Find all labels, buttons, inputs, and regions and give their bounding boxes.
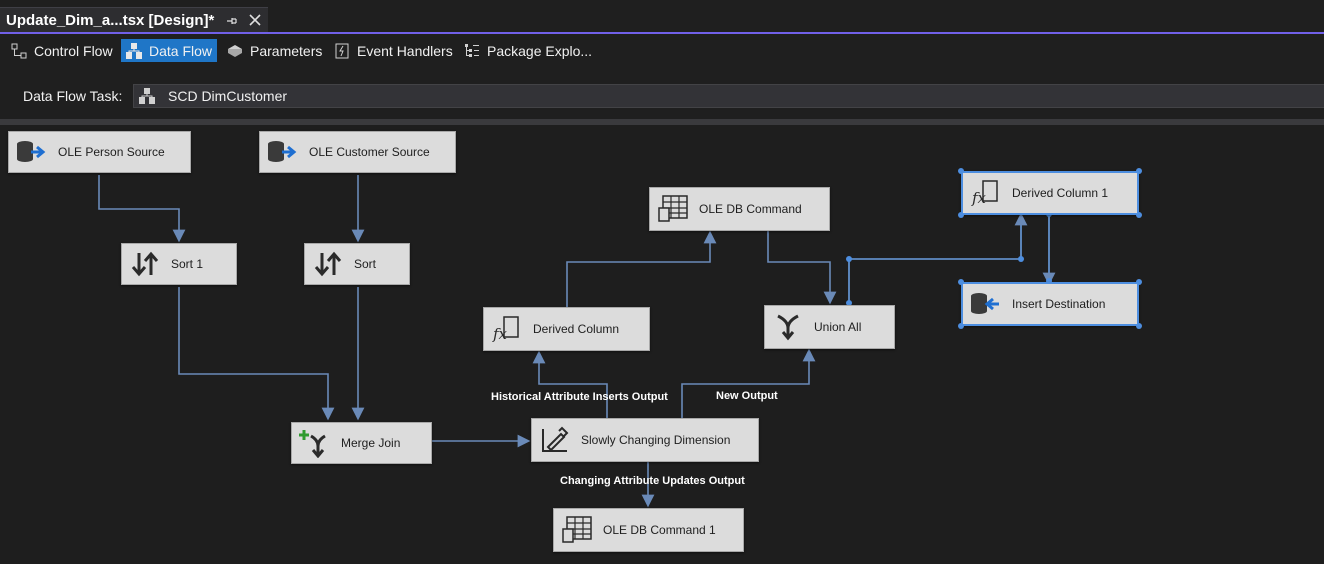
- svg-text:fx: fx: [492, 325, 508, 343]
- tab-label: Data Flow: [149, 42, 213, 59]
- data-flow-task-label: Data Flow Task:: [23, 88, 123, 104]
- selection-handle[interactable]: [958, 212, 964, 218]
- component-label: Insert Destination: [1012, 297, 1106, 311]
- component-label: Merge Join: [341, 436, 401, 450]
- component-label: OLE DB Command: [699, 202, 802, 216]
- ole-source-icon: [14, 137, 50, 167]
- package-explorer-icon: [465, 43, 479, 57]
- document-tab[interactable]: Update_Dim_a...tsx [Design]*: [0, 7, 268, 33]
- ole-source-icon: [265, 137, 301, 167]
- component-ole-db-command-1[interactable]: OLE DB Command 1: [553, 508, 744, 552]
- document-tab-title: Update_Dim_a...tsx [Design]*: [6, 12, 215, 29]
- component-derived-column[interactable]: fx Derived Column: [483, 307, 650, 351]
- component-ole-db-command[interactable]: OLE DB Command: [649, 187, 830, 231]
- union-all-icon: [770, 312, 806, 342]
- data-flow-icon: [126, 42, 142, 59]
- selection-handle[interactable]: [1136, 279, 1142, 285]
- component-derived-column-1[interactable]: fx Derived Column 1: [961, 171, 1139, 215]
- component-label: Derived Column 1: [1012, 186, 1109, 200]
- tab-label: Control Flow: [34, 42, 113, 59]
- tab-label: Parameters: [250, 42, 323, 59]
- data-flow-task-icon: [139, 88, 155, 104]
- component-insert-destination[interactable]: Insert Destination: [961, 282, 1139, 326]
- tab-label: Package Explo...: [487, 42, 593, 59]
- component-label: Derived Column: [533, 322, 620, 336]
- component-label: OLE Customer Source: [309, 145, 430, 159]
- derived-column-icon: fx: [968, 178, 1004, 208]
- tab-control-flow[interactable]: Control Flow: [6, 39, 118, 62]
- component-label: Slowly Changing Dimension: [581, 433, 731, 447]
- pin-icon[interactable]: [224, 14, 238, 28]
- scd-icon: [537, 425, 573, 455]
- output-label-changing: Changing Attribute Updates Output: [560, 475, 745, 487]
- output-label-new: New Output: [716, 390, 778, 402]
- component-merge-join[interactable]: Merge Join: [291, 422, 432, 464]
- parameters-icon: [228, 44, 242, 57]
- document-tab-strip: Update_Dim_a...tsx [Design]*: [0, 0, 1324, 34]
- selection-handle[interactable]: [958, 323, 964, 329]
- event-handlers-icon: [335, 43, 349, 58]
- selection-handle[interactable]: [1136, 212, 1142, 218]
- derived-column-icon: fx: [489, 314, 525, 344]
- ole-destination-icon: [968, 289, 1004, 319]
- component-union-all[interactable]: Union All: [764, 305, 895, 349]
- component-ole-customer-source[interactable]: OLE Customer Source: [259, 131, 456, 173]
- merge-join-icon: [297, 428, 333, 458]
- data-flow-task-value: SCD DimCustomer: [168, 88, 288, 104]
- data-flow-task-bar: Data Flow Task: SCD DimCustomer: [0, 84, 1324, 108]
- ole-db-command-icon: [655, 194, 691, 224]
- selection-handle[interactable]: [1136, 168, 1142, 174]
- component-slowly-changing-dimension[interactable]: Slowly Changing Dimension: [531, 418, 759, 462]
- component-label: OLE DB Command 1: [603, 523, 716, 537]
- close-icon[interactable]: [248, 13, 262, 27]
- component-label: Sort: [354, 257, 377, 271]
- ole-db-command-icon: [559, 515, 595, 545]
- component-ole-person-source[interactable]: OLE Person Source: [8, 131, 191, 173]
- component-label: OLE Person Source: [58, 145, 165, 159]
- selection-handle[interactable]: [958, 168, 964, 174]
- component-label: Union All: [814, 320, 862, 334]
- data-flow-task-select[interactable]: SCD DimCustomer: [133, 84, 1324, 108]
- component-sort[interactable]: Sort: [304, 243, 410, 285]
- selection-handle[interactable]: [958, 279, 964, 285]
- component-sort-1[interactable]: Sort 1: [121, 243, 237, 285]
- component-label: Sort 1: [171, 257, 204, 271]
- tab-event-handlers[interactable]: Event Handlers: [329, 39, 458, 62]
- selection-handle[interactable]: [1136, 323, 1142, 329]
- tab-data-flow[interactable]: Data Flow: [121, 39, 218, 62]
- svg-text:fx: fx: [971, 189, 987, 207]
- tab-package-explorer[interactable]: Package Explo...: [459, 39, 597, 62]
- sort-icon: [310, 249, 346, 279]
- control-flow-icon: [11, 43, 27, 58]
- sort-icon: [127, 249, 163, 279]
- tab-parameters[interactable]: Parameters: [222, 39, 327, 62]
- tab-label: Event Handlers: [357, 42, 453, 59]
- designer-tabs: Control Flow Data Flow Parameters Event …: [0, 34, 1324, 66]
- output-label-historical: Historical Attribute Inserts Output: [491, 391, 668, 403]
